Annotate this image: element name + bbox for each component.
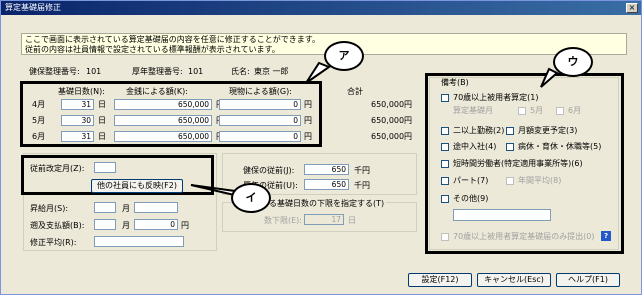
callout-u: ウ xyxy=(553,47,593,77)
pointer-a xyxy=(305,61,332,84)
callout-i: イ xyxy=(231,183,271,213)
pointer-u xyxy=(540,67,559,88)
dialog-window: 算定基礎届修正 × ここで画面に表示されている算定基礎届の内容を任意に修正するこ… xyxy=(0,0,642,295)
callout-a: ア xyxy=(324,41,364,71)
callout-pointers xyxy=(190,61,559,198)
